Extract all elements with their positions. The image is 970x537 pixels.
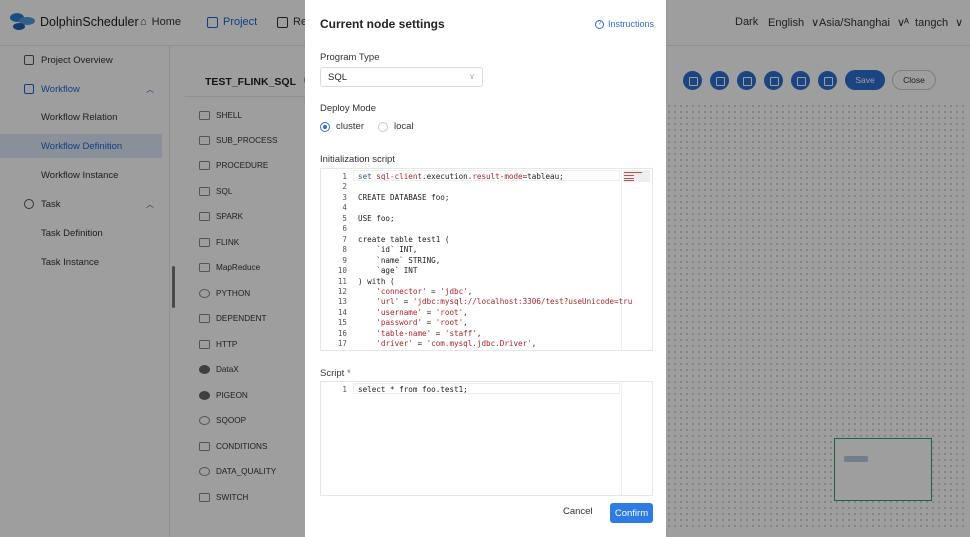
radio-local[interactable] bbox=[377, 121, 388, 132]
code-line: CREATE DATABASE foo; bbox=[358, 192, 450, 202]
script-label: Script * bbox=[320, 368, 351, 379]
cancel-button[interactable]: Cancel bbox=[563, 506, 593, 517]
chevron-down-icon: ∨ bbox=[469, 72, 475, 81]
minimap-line bbox=[624, 175, 634, 176]
line-number: 6 bbox=[342, 224, 347, 234]
code-line: `id` INT, bbox=[358, 245, 418, 255]
minimap-line bbox=[624, 178, 634, 179]
drawer-footer: Cancel Confirm bbox=[305, 496, 666, 537]
node-settings-drawer: Current node settings ? Instructions Pro… bbox=[305, 0, 666, 537]
line-number: 15 bbox=[337, 318, 347, 328]
question-icon: ? bbox=[595, 19, 604, 29]
line-number: 17 bbox=[337, 339, 347, 349]
instructions-link[interactable]: ? Instructions bbox=[595, 19, 654, 29]
editor-minimap bbox=[621, 169, 651, 350]
line-number: 8 bbox=[342, 245, 347, 255]
line-number: 1 bbox=[342, 385, 347, 394]
line-number: 7 bbox=[342, 234, 347, 244]
init-script-editor[interactable]: 1 set sql-client.execution.result-mode=ta… bbox=[320, 168, 653, 351]
deploy-mode-radio-group: cluster local bbox=[320, 121, 428, 132]
code-line: create table test1 ( bbox=[358, 234, 450, 244]
confirm-button[interactable]: Confirm bbox=[610, 503, 653, 523]
radio-cluster[interactable] bbox=[320, 121, 330, 132]
line-number: 3 bbox=[342, 192, 347, 202]
line-number: 2 bbox=[342, 182, 347, 192]
program-type-value: SQL bbox=[328, 71, 348, 83]
minimap-line bbox=[624, 180, 634, 181]
code-line: 'url' = 'jdbc:mysql://localhost:3306/tes… bbox=[376, 297, 633, 307]
deploy-mode-label: Deploy Mode bbox=[320, 103, 376, 114]
line-number: 5 bbox=[342, 213, 347, 223]
script-label-text: Script bbox=[320, 368, 345, 379]
code-line: 'driver' = 'com.mysql.jdbc.Driver', bbox=[376, 339, 537, 349]
editor-minimap bbox=[621, 382, 651, 495]
program-type-select[interactable]: SQL ∨ bbox=[320, 67, 483, 87]
line-number: 9 bbox=[342, 255, 347, 265]
code-line: USE foo; bbox=[358, 213, 395, 223]
instructions-label: Instructions bbox=[608, 19, 655, 29]
line-number: 1 bbox=[342, 172, 347, 181]
line-number: 14 bbox=[337, 307, 347, 317]
code-line: 'connector' = 'jdbc', bbox=[376, 286, 473, 296]
line-number: 13 bbox=[337, 297, 347, 307]
line-number: 4 bbox=[342, 203, 347, 213]
code-line: 'password' = 'root', bbox=[376, 318, 468, 328]
line-number: 10 bbox=[337, 266, 347, 276]
line-number: 16 bbox=[337, 328, 347, 338]
required-marker: * bbox=[346, 368, 351, 379]
cursor-line-highlight bbox=[353, 170, 620, 181]
radio-cluster-label[interactable]: cluster bbox=[336, 121, 364, 132]
code-line: ) with ( bbox=[358, 276, 395, 286]
code-line: 'username' = 'root', bbox=[376, 307, 468, 317]
script-editor[interactable]: 1 select * from foo.test1; bbox=[320, 381, 653, 496]
cursor-line-highlight bbox=[353, 383, 620, 394]
line-number: 11 bbox=[337, 276, 347, 286]
minimap-line bbox=[624, 172, 642, 173]
line-number: 12 bbox=[337, 286, 347, 296]
code-line: `name` STRING, bbox=[358, 255, 441, 265]
drawer-title: Current node settings bbox=[320, 17, 445, 31]
radio-local-label[interactable]: local bbox=[394, 121, 414, 132]
code-line: 'table-name' = 'staff', bbox=[376, 328, 482, 338]
code-line: `age` INT bbox=[358, 266, 418, 276]
init-script-label: Initialization script bbox=[320, 154, 395, 165]
program-type-label: Program Type bbox=[320, 52, 380, 63]
